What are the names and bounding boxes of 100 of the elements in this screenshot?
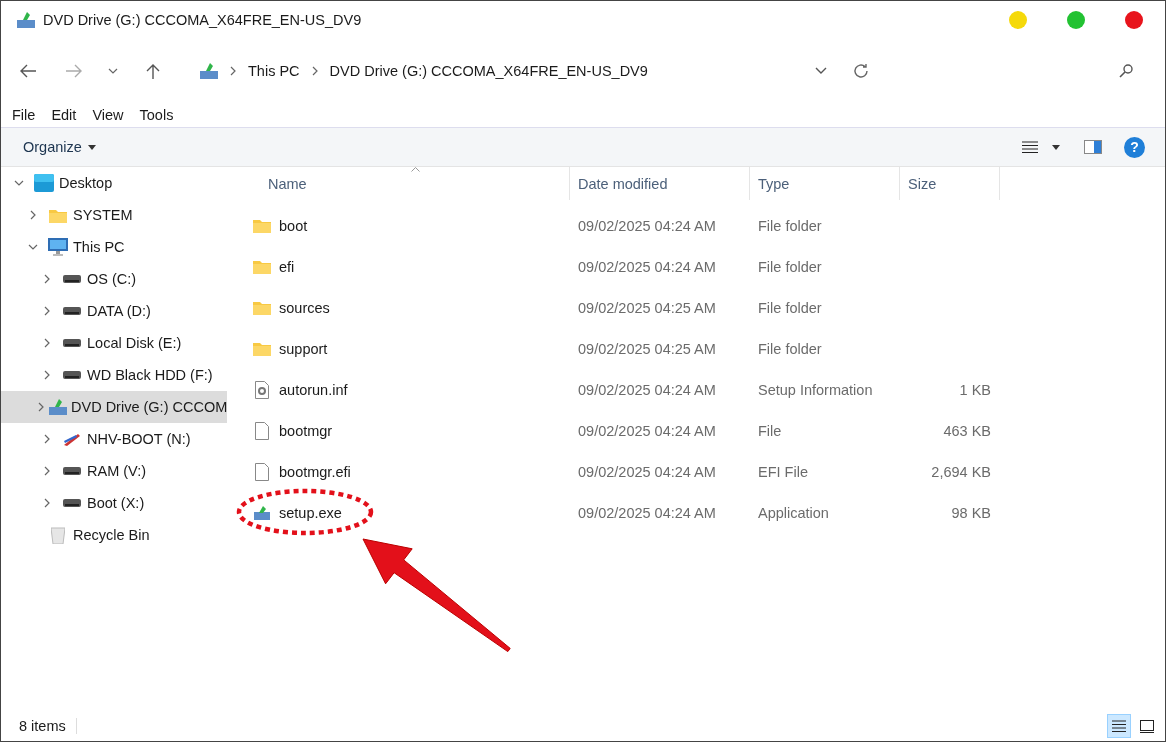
sidebar-item[interactable]: WD Black HDD (F:) — [1, 359, 227, 391]
file-name[interactable]: bootmgr.efi — [227, 462, 570, 481]
file-name[interactable]: bootmgr — [227, 421, 570, 440]
dropdown-chevron-icon[interactable] — [815, 67, 827, 75]
collapsed-chevron-icon[interactable] — [43, 498, 51, 508]
folder-icon — [253, 341, 271, 356]
sidebar-item[interactable]: DATA (D:) — [1, 295, 227, 327]
desktop-icon — [34, 174, 54, 192]
window-control-button[interactable] — [1125, 11, 1143, 29]
table-cell-text: 09/02/2025 04:24 AM — [577, 422, 717, 439]
separator-chevron-icon — [229, 66, 237, 76]
column-header[interactable]: Type — [750, 167, 900, 200]
table-cell-text: 09/02/2025 04:24 AM — [577, 381, 717, 398]
sidebar-item[interactable]: DVD Drive (G:) CCCOM — [1, 391, 227, 423]
sidebar-item[interactable]: OS (C:) — [1, 263, 227, 295]
drive-icon — [63, 467, 81, 475]
table-cell-text: 09/02/2025 04:25 AM — [577, 299, 717, 316]
expanded-chevron-icon[interactable] — [14, 179, 24, 187]
tiles-view-icon — [1140, 719, 1154, 733]
sidebar-item[interactable]: Desktop — [1, 167, 227, 199]
file-icon — [253, 462, 271, 481]
sidebar-item[interactable]: Local Disk (E:) — [1, 327, 227, 359]
disc-drive-icon — [200, 63, 218, 79]
collapsed-chevron-icon[interactable] — [43, 306, 51, 316]
collapsed-chevron-icon[interactable] — [43, 274, 51, 284]
file-name[interactable]: autorun.inf — [227, 380, 570, 399]
file-name[interactable]: boot — [227, 217, 570, 234]
column-header[interactable]: Name — [227, 167, 570, 200]
table-cell-text: File folder — [757, 258, 823, 275]
details-view-icon — [1112, 720, 1126, 732]
table-cell-text: File folder — [757, 340, 823, 357]
back-arrow-icon[interactable] — [20, 64, 36, 78]
table-cell-text: File folder — [757, 217, 823, 234]
table-cell-text: Setup Information — [757, 381, 874, 398]
expanded-chevron-icon[interactable] — [28, 243, 38, 251]
organize-button[interactable]: Organize — [13, 135, 106, 159]
table-cell-text: 98 KB — [950, 504, 992, 521]
sidebar-item[interactable]: Recycle Bin — [1, 519, 227, 551]
folder-icon — [253, 218, 271, 233]
breadcrumb-link[interactable]: DVD Drive (G:) CCCOMA_X64FRE_EN-US_DV9 — [329, 63, 648, 79]
file-name[interactable]: support — [227, 340, 570, 357]
window-title: DVD Drive (G:) CCCOMA_X64FRE_EN-US_DV9 — [43, 12, 362, 28]
collapsed-chevron-icon[interactable] — [29, 210, 37, 220]
drive-icon — [63, 275, 81, 283]
folder-icon — [49, 207, 67, 223]
file-name[interactable]: sources — [227, 299, 570, 316]
caret-icon — [87, 145, 96, 150]
file-name[interactable]: setup.exe — [227, 504, 570, 521]
usb-drive-icon — [63, 431, 81, 447]
collapsed-chevron-icon[interactable] — [43, 338, 51, 348]
folder-icon — [253, 300, 271, 315]
up-arrow-icon[interactable] — [146, 63, 160, 79]
preview-pane-button[interactable] — [1082, 138, 1104, 156]
recycle-bin-icon — [51, 526, 65, 544]
table-cell-text: 1 KB — [958, 381, 992, 398]
collapsed-chevron-icon[interactable] — [43, 370, 51, 380]
sidebar-item[interactable]: NHV-BOOT (N:) — [1, 423, 227, 455]
menu-item[interactable]: File — [12, 107, 36, 123]
column-header[interactable]: Date modified — [570, 167, 750, 200]
disc-drive-icon — [49, 399, 67, 415]
table-cell-text: File — [757, 422, 783, 439]
refresh-icon[interactable] — [853, 63, 869, 79]
details-view-button[interactable] — [1107, 714, 1131, 738]
sidebar-item[interactable]: SYSTEM — [1, 199, 227, 231]
table-cell-text: 09/02/2025 04:24 AM — [577, 258, 717, 275]
search-icon[interactable] — [1119, 64, 1133, 78]
table-cell-text: 463 KB — [942, 422, 992, 439]
menu-item[interactable]: Edit — [51, 107, 77, 123]
preview-pane-icon — [1084, 140, 1102, 154]
gear-file-icon — [253, 380, 271, 399]
collapsed-chevron-icon[interactable] — [37, 402, 45, 412]
breadcrumb-link[interactable]: This PC — [248, 63, 300, 79]
recent-chevron-icon[interactable] — [108, 67, 118, 75]
help-button[interactable]: ? — [1124, 136, 1145, 158]
disc-drive-icon — [17, 12, 35, 28]
item-count: 8 items — [19, 718, 77, 734]
menu-item[interactable]: Tools — [139, 107, 174, 123]
file-name[interactable]: efi — [227, 258, 570, 275]
separator-chevron-icon — [310, 66, 319, 76]
collapsed-chevron-icon[interactable] — [43, 434, 51, 444]
drive-icon — [63, 371, 81, 379]
sidebar-item[interactable]: Boot (X:) — [1, 487, 227, 519]
table-cell-text: 09/02/2025 04:24 AM — [577, 463, 717, 480]
list-view-icon — [1022, 141, 1038, 153]
drive-icon — [63, 339, 81, 347]
column-header[interactable]: Size — [900, 167, 1000, 200]
table-cell-text: File folder — [757, 299, 823, 316]
table-cell-text: Application — [757, 504, 830, 521]
caret-icon — [1052, 144, 1060, 150]
table-cell-text: EFI File — [757, 463, 809, 480]
sidebar-item[interactable]: RAM (V:) — [1, 455, 227, 487]
view-options-button[interactable] — [1020, 139, 1062, 155]
table-cell-text: 09/02/2025 04:25 AM — [577, 340, 717, 357]
sidebar-item[interactable]: This PC — [1, 231, 227, 263]
collapsed-chevron-icon[interactable] — [43, 466, 51, 476]
folder-icon — [253, 259, 271, 274]
drive-icon — [63, 499, 81, 507]
drive-icon — [63, 307, 81, 315]
menu-item[interactable]: View — [92, 107, 124, 123]
table-cell-text: 09/02/2025 04:24 AM — [577, 217, 717, 234]
